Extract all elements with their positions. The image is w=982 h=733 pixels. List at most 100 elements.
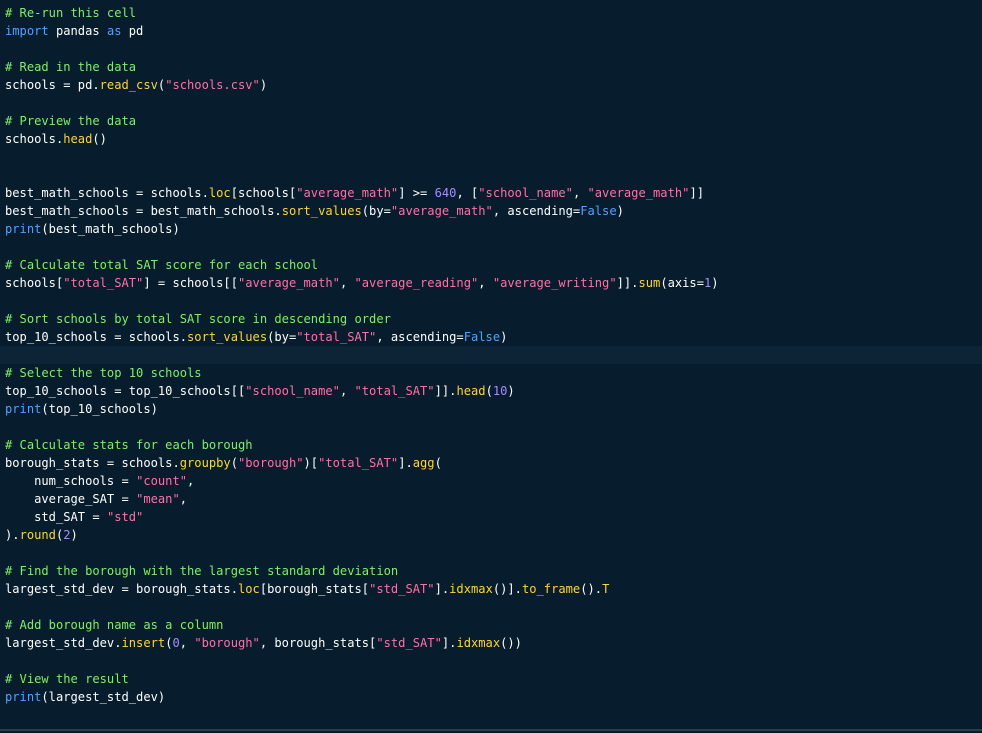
code-line[interactable]: # Find the borough with the largest stan… xyxy=(0,562,982,580)
code-line[interactable]: best_math_schools = schools.loc[schools[… xyxy=(0,184,982,202)
code-string: "average_math" xyxy=(390,204,493,218)
code-line[interactable]: # Select the top 10 schools xyxy=(0,364,982,382)
code-line[interactable] xyxy=(0,598,982,616)
code-function: sort_values xyxy=(187,330,268,344)
code-text: schools. xyxy=(5,132,64,146)
code-text: , ascending= xyxy=(492,204,581,218)
code-keyword: print xyxy=(5,222,42,236)
code-string: "school_name" xyxy=(245,384,340,398)
code-line[interactable]: std_SAT = "std" xyxy=(0,508,982,526)
code-comment: # Find the borough with the largest stan… xyxy=(5,564,399,578)
code-line[interactable] xyxy=(0,238,982,256)
code-line[interactable] xyxy=(0,166,982,184)
code-line[interactable]: best_math_schools = best_math_schools.so… xyxy=(0,202,982,220)
code-text: , borough_stats[ xyxy=(259,636,377,650)
code-line[interactable]: print(largest_std_dev) xyxy=(0,688,982,706)
code-function: insert xyxy=(121,636,166,650)
code-text: [borough_stats[ xyxy=(259,582,370,596)
code-string: "borough" xyxy=(194,636,260,650)
code-function: head xyxy=(456,384,486,398)
code-line[interactable]: largest_std_dev = borough_stats.loc[boro… xyxy=(0,580,982,598)
code-line[interactable] xyxy=(0,40,982,58)
code-string: "total_SAT" xyxy=(296,330,377,344)
code-line[interactable]: average_SAT = "mean", xyxy=(0,490,982,508)
code-text: ( xyxy=(230,456,238,470)
code-text: , xyxy=(339,384,355,398)
code-line[interactable]: top_10_schools = schools.sort_values(by=… xyxy=(0,328,982,346)
code-text: (by= xyxy=(361,204,391,218)
code-text: , xyxy=(478,276,493,290)
code-text: , xyxy=(187,474,195,488)
code-line[interactable] xyxy=(0,292,982,310)
code-text: (largest_std_dev) xyxy=(41,690,166,704)
code-line[interactable]: # Sort schools by total SAT score in des… xyxy=(0,310,982,328)
code-line[interactable] xyxy=(0,346,982,364)
code-text: ) xyxy=(507,384,515,398)
code-text: average_SAT = xyxy=(5,492,137,506)
code-line[interactable]: # Re-run this cell xyxy=(0,4,982,22)
code-line[interactable]: schools.head() xyxy=(0,130,982,148)
code-line[interactable] xyxy=(0,418,982,436)
code-line[interactable] xyxy=(0,652,982,670)
code-line[interactable]: schools["total_SAT"] = schools[["average… xyxy=(0,274,982,292)
code-line[interactable] xyxy=(0,148,982,166)
code-line[interactable]: print(best_math_schools) xyxy=(0,220,982,238)
code-comment: # Re-run this cell xyxy=(5,6,137,20)
code-keyword: False xyxy=(580,204,617,218)
code-text: ]] xyxy=(689,186,704,200)
code-text: best_math_schools = best_math_schools. xyxy=(5,204,282,218)
code-text: ) xyxy=(500,330,508,344)
code-line[interactable]: print(top_10_schools) xyxy=(0,400,982,418)
code-text: (top_10_schools) xyxy=(41,402,158,416)
code-line[interactable]: largest_std_dev.insert(0, "borough", bor… xyxy=(0,634,982,652)
code-line[interactable] xyxy=(0,544,982,562)
code-text: top_10_schools = schools. xyxy=(5,330,188,344)
code-text: ( xyxy=(434,456,442,470)
code-text: largest_std_dev = borough_stats. xyxy=(5,582,238,596)
code-function: round xyxy=(19,528,56,542)
code-function: idxmax xyxy=(449,582,493,596)
code-line[interactable] xyxy=(0,94,982,112)
code-string: "average_math" xyxy=(296,186,399,200)
code-function: agg xyxy=(412,456,435,470)
code-text: (). xyxy=(580,582,603,596)
code-text: pd xyxy=(121,24,144,38)
code-string: "school_name" xyxy=(478,186,573,200)
code-text: (axis= xyxy=(660,276,704,290)
code-line[interactable]: # Calculate stats for each borough xyxy=(0,436,982,454)
code-line[interactable]: # Preview the data xyxy=(0,112,982,130)
editor-bottom-border xyxy=(0,729,982,731)
code-line[interactable]: # Calculate total SAT score for each sch… xyxy=(0,256,982,274)
code-line[interactable]: # Add borough name as a column xyxy=(0,616,982,634)
code-text: [schools[ xyxy=(230,186,297,200)
code-lines: # Re-run this cell import pandas as pd # R… xyxy=(0,4,982,706)
code-string: "std" xyxy=(106,510,144,524)
code-function: T xyxy=(602,582,610,596)
code-editor[interactable]: # Re-run this cell import pandas as pd # R… xyxy=(0,0,982,731)
code-comment: # Add borough name as a column xyxy=(5,618,224,632)
code-text: ]. xyxy=(434,582,450,596)
code-number: 10 xyxy=(492,384,508,398)
code-text: ) xyxy=(616,204,624,218)
code-text: ] = schools[[ xyxy=(143,276,238,290)
code-line[interactable]: borough_stats = schools.groupby("borough… xyxy=(0,454,982,472)
code-line[interactable]: import pandas as pd xyxy=(0,22,982,40)
code-keyword: print xyxy=(5,402,42,416)
code-text: (best_math_schools) xyxy=(41,222,180,236)
code-text: , ascending= xyxy=(376,330,464,344)
code-text: ). xyxy=(5,528,20,542)
code-line[interactable]: schools = pd.read_csv("schools.csv") xyxy=(0,76,982,94)
code-comment: # View the result xyxy=(5,672,129,686)
code-keyword: as xyxy=(106,24,122,38)
code-line[interactable]: # Read in the data xyxy=(0,58,982,76)
code-line[interactable]: # View the result xyxy=(0,670,982,688)
code-comment: # Read in the data xyxy=(5,60,137,74)
code-line[interactable]: top_10_schools = top_10_schools[["school… xyxy=(0,382,982,400)
code-keyword: print xyxy=(5,690,42,704)
code-line[interactable]: num_schools = "count", xyxy=(0,472,982,490)
code-line[interactable]: ).round(2) xyxy=(0,526,982,544)
code-number: 640 xyxy=(434,186,457,200)
code-text: (by= xyxy=(267,330,297,344)
code-function: sort_values xyxy=(281,204,362,218)
code-function: sum xyxy=(638,276,661,290)
